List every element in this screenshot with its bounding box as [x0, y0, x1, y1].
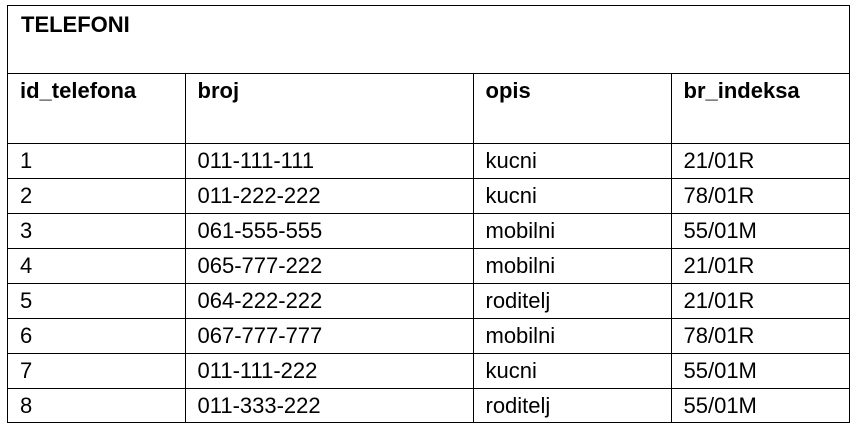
cell-broj: 011-111-111 — [184, 143, 473, 179]
cell-id-telefona: 2 — [8, 178, 185, 214]
column-header-opis: opis — [472, 74, 671, 144]
cell-opis: mobilni — [472, 248, 671, 284]
cell-br-indeksa: 21/01R — [670, 143, 849, 179]
column-header-broj: broj — [184, 74, 473, 144]
cell-opis: kucni — [472, 353, 671, 389]
cell-opis: roditelj — [472, 283, 671, 319]
telefoni-table-frame: TELEFONI id_telefona broj opis br_indeks… — [7, 5, 850, 423]
table-row: 3 061-555-555 mobilni 55/01M — [8, 213, 849, 249]
column-header-br-indeksa: br_indeksa — [670, 74, 849, 144]
table-row: 8 011-333-222 roditelj 55/01M — [8, 388, 849, 423]
table-row: 1 011-111-111 kucni 21/01R — [8, 143, 849, 179]
cell-id-telefona: 5 — [8, 283, 185, 319]
cell-br-indeksa: 21/01R — [670, 248, 849, 284]
cell-broj: 064-222-222 — [184, 283, 473, 319]
table-row: 5 064-222-222 roditelj 21/01R — [8, 283, 849, 319]
cell-id-telefona: 7 — [8, 353, 185, 389]
table-row: 7 011-111-222 kucni 55/01M — [8, 353, 849, 389]
cell-id-telefona: 6 — [8, 318, 185, 354]
table-row: 2 011-222-222 kucni 78/01R — [8, 178, 849, 214]
cell-broj: 011-333-222 — [184, 388, 473, 423]
table-row: 4 065-777-222 mobilni 21/01R — [8, 248, 849, 284]
cell-id-telefona: 3 — [8, 213, 185, 249]
cell-broj: 065-777-222 — [184, 248, 473, 284]
cell-opis: mobilni — [472, 213, 671, 249]
cell-br-indeksa: 55/01M — [670, 213, 849, 249]
table-row: 6 067-777-777 mobilni 78/01R — [8, 318, 849, 354]
cell-opis: mobilni — [472, 318, 671, 354]
table-title-row: TELEFONI — [8, 6, 849, 74]
cell-broj: 061-555-555 — [184, 213, 473, 249]
cell-opis: kucni — [472, 143, 671, 179]
cell-broj: 067-777-777 — [184, 318, 473, 354]
cell-opis: kucni — [472, 178, 671, 214]
cell-id-telefona: 1 — [8, 143, 185, 179]
telefoni-table: id_telefona broj opis br_indeksa 1 011-1… — [8, 74, 849, 423]
cell-id-telefona: 4 — [8, 248, 185, 284]
cell-br-indeksa: 21/01R — [670, 283, 849, 319]
cell-opis: roditelj — [472, 388, 671, 423]
cell-br-indeksa: 55/01M — [670, 353, 849, 389]
cell-id-telefona: 8 — [20, 392, 33, 418]
table-title: TELEFONI — [21, 12, 130, 37]
column-header-id-telefona: id_telefona — [8, 74, 185, 144]
cell-broj: 011-111-222 — [184, 353, 473, 389]
cell-br-indeksa: 78/01R — [670, 318, 849, 354]
cell-br-indeksa: 78/01R — [670, 178, 849, 214]
cell-br-indeksa: 55/01M — [670, 388, 849, 423]
cell-broj: 011-222-222 — [184, 178, 473, 214]
header-row: id_telefona broj opis br_indeksa — [8, 74, 849, 144]
